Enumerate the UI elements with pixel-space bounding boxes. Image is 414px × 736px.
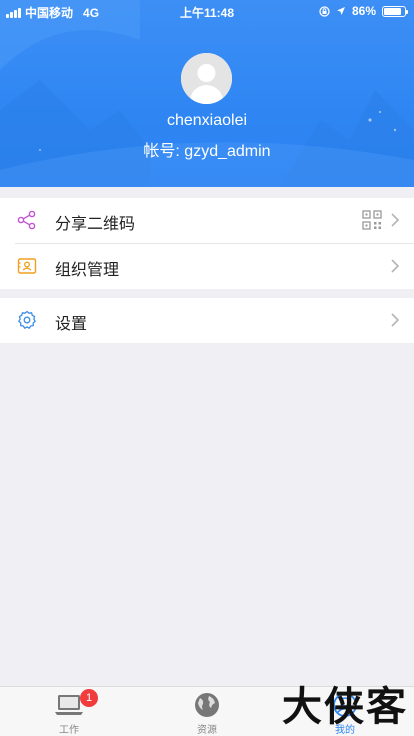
location-arrow-icon [336,7,345,15]
globe-icon [195,693,219,717]
battery-icon [382,5,408,17]
menu-group-1: 分享二维码 组织管理 [0,198,414,289]
chevron-right-icon [391,259,400,273]
menu-label-org-manage: 组织管理 [55,262,120,279]
chevron-right-icon [391,313,400,327]
account-id: 帐号: gzyd_admin [143,143,271,160]
battery-percent: 86% [351,4,376,18]
tab-work[interactable]: 1 工作 [0,687,138,736]
profile-header: 中国移动 4G 上午11:48 86% chenxiaolei 帐号: gzyd… [0,0,414,187]
rotation-lock-icon [319,5,330,17]
chevron-right-icon [391,213,400,227]
status-right: 86% [319,4,408,18]
watermark: 大侠客 [282,684,408,730]
menu-label-settings: 设置 [55,316,88,333]
org-card-icon [17,258,37,274]
status-bar: 中国移动 4G 上午11:48 86% [0,0,414,22]
qr-code-icon [362,210,382,230]
menu-item-org-manage[interactable]: 组织管理 [0,244,414,289]
menu-item-settings[interactable]: 设置 [0,298,414,343]
username: chenxiaolei [166,112,248,129]
tab-bar: 1 工作 资源 我的 大侠客 [0,684,414,736]
battery-fill [384,7,402,15]
menu-item-share-qr[interactable]: 分享二维码 [0,198,414,243]
tab-badge: 1 [80,689,98,707]
menu-label-share-qr: 分享二维码 [55,216,136,233]
default-avatar-icon [181,53,232,104]
menu-group-2: 设置 [0,298,414,343]
avatar[interactable] [181,53,232,104]
share-icon [17,210,36,230]
tab-resources[interactable]: 资源 [138,687,276,736]
tab-label-resources: 资源 [197,725,217,736]
tab-label-work: 工作 [59,725,79,736]
laptop-icon [55,695,83,715]
settings-gear-icon [18,310,36,329]
